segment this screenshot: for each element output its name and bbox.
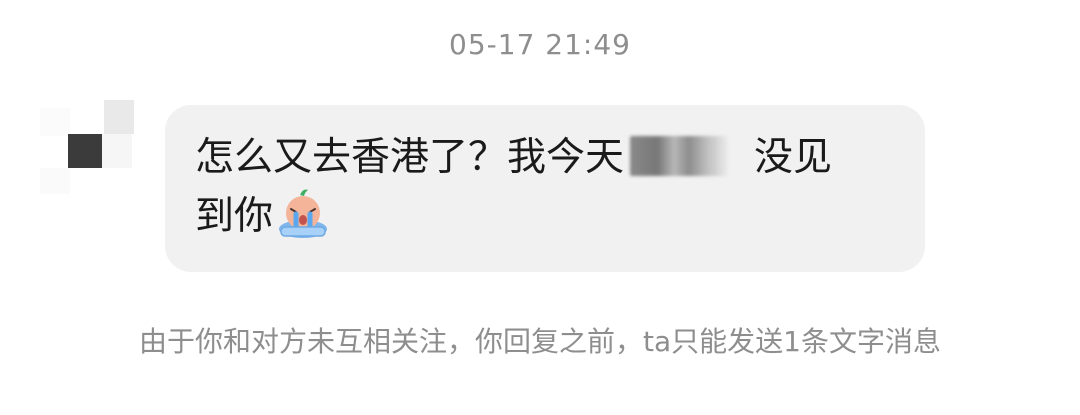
message-text-line-2: 到你 (195, 194, 274, 239)
message-text: 怎么又去香港了？我今天 (195, 135, 625, 180)
crying-face-emoji-icon (279, 189, 328, 238)
message-bubble[interactable]: 怎么又去香港了？我今天 没见 到你 (165, 105, 925, 272)
message-timestamp: 05-17 21:49 (449, 28, 631, 61)
redacted-text-blur (630, 136, 729, 176)
message-text-continued: 没见 (754, 135, 833, 180)
avatar[interactable] (40, 100, 136, 196)
follow-restriction-notice: 由于你和对方未互相关注，你回复之前，ta只能发送1条文字消息 (139, 325, 941, 358)
